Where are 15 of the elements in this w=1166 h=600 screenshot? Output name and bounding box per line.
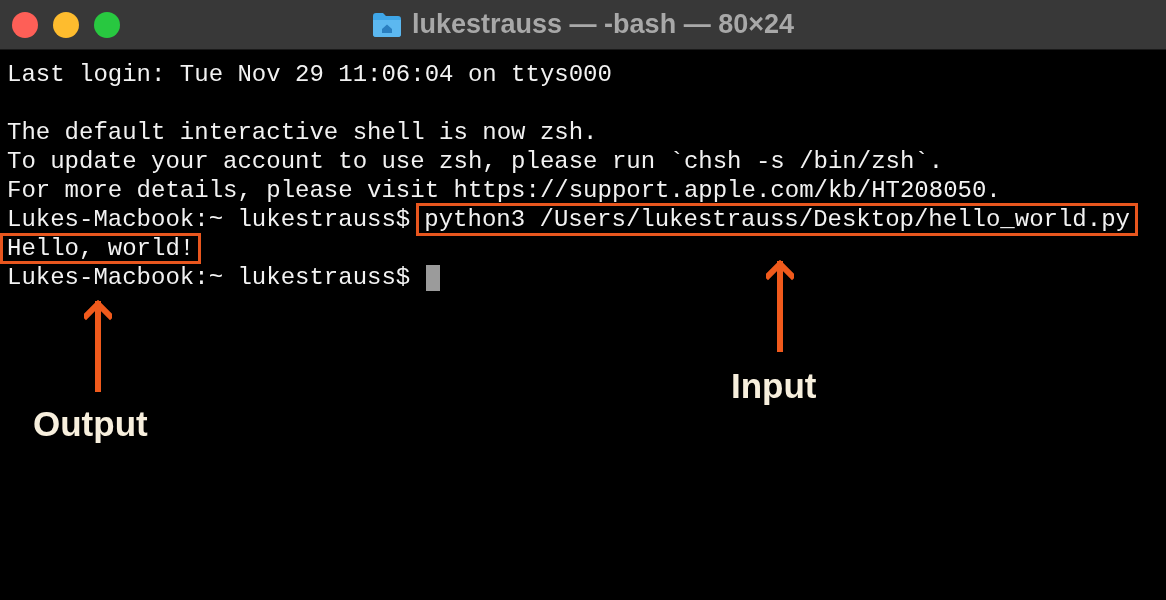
- terminal-line: The default interactive shell is now zsh.: [7, 118, 599, 147]
- window-title: lukestrauss — -bash — 80×24: [412, 8, 794, 42]
- terminal-line: To update your account to use zsh, please run `chsh -s /bin/zsh`.: [7, 147, 945, 176]
- annotation-label: Output: [33, 403, 148, 445]
- program-output: Hello, world!: [0, 233, 202, 264]
- close-button[interactable]: [12, 11, 38, 38]
- home-folder-icon: [372, 11, 403, 38]
- minimize-button[interactable]: [53, 11, 79, 38]
- annotation-label: Input: [731, 365, 817, 407]
- terminal-line: Last login: Tue Nov 29 11:06:04 on ttys000: [7, 60, 613, 89]
- terminal-line: For more details, please visit https://support.apple.com/kb/HT208050.: [7, 176, 1002, 205]
- zoom-button[interactable]: [94, 11, 120, 38]
- shell-prompt: Lukes-Macbook:~ lukestrauss$: [7, 205, 411, 234]
- typed-command: python3 /Users/lukestrauss/Desktop/hello_world.py: [416, 203, 1138, 236]
- shell-prompt: Lukes-Macbook:~ lukestrauss$: [7, 263, 411, 292]
